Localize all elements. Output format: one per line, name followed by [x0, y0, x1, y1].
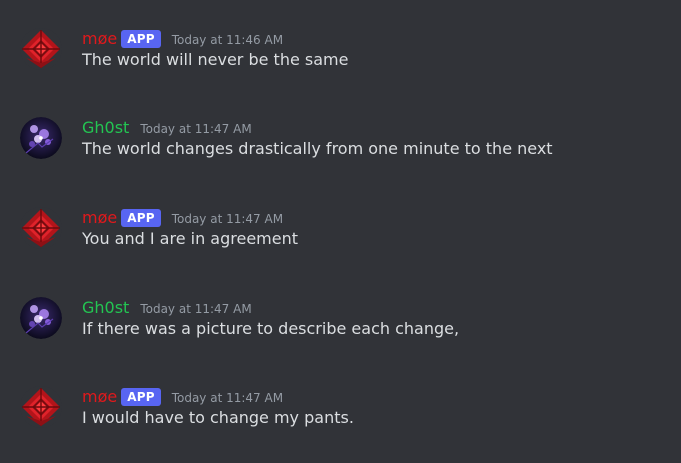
purple-flower-icon: [20, 297, 62, 339]
message-header: møe APP Today at 11:46 AM: [82, 28, 283, 50]
timestamp[interactable]: Today at 11:47 AM: [172, 387, 283, 409]
avatar[interactable]: [20, 28, 62, 70]
avatar[interactable]: [20, 207, 62, 249]
red-crest-icon: [20, 207, 62, 249]
username[interactable]: Gh0st: [82, 117, 129, 139]
chat-message-list: møe APP Today at 11:46 AM The world will…: [0, 0, 681, 463]
chat-message: møe APP Today at 11:46 AM The world will…: [0, 28, 681, 108]
avatar[interactable]: [20, 297, 62, 339]
chat-message: møe APP Today at 11:47 AM I would have t…: [0, 386, 681, 463]
timestamp[interactable]: Today at 11:47 AM: [140, 118, 251, 140]
message-header: møe APP Today at 11:47 AM: [82, 207, 283, 229]
username[interactable]: møe: [82, 207, 117, 229]
message-header: Gh0st Today at 11:47 AM: [82, 297, 252, 319]
message-content: You and I are in agreement: [82, 229, 299, 248]
message-content: If there was a picture to describe each …: [82, 319, 460, 338]
timestamp[interactable]: Today at 11:47 AM: [172, 208, 283, 230]
message-content: I would have to change my pants.: [82, 408, 354, 427]
avatar[interactable]: [20, 386, 62, 428]
message-content: The world changes drastically from one m…: [82, 139, 553, 158]
username[interactable]: Gh0st: [82, 297, 129, 319]
red-crest-icon: [20, 28, 62, 70]
chat-message: møe APP Today at 11:47 AM You and I are …: [0, 207, 681, 287]
message-header: møe APP Today at 11:47 AM: [82, 386, 283, 408]
chat-message: Gh0st Today at 11:47 AM If there was a p…: [0, 297, 681, 377]
message-header: Gh0st Today at 11:47 AM: [82, 117, 252, 139]
username[interactable]: møe: [82, 28, 117, 50]
purple-flower-icon: [20, 117, 62, 159]
app-badge: APP: [121, 209, 161, 227]
red-crest-icon: [20, 386, 62, 428]
app-badge: APP: [121, 388, 161, 406]
avatar[interactable]: [20, 117, 62, 159]
username[interactable]: møe: [82, 386, 117, 408]
message-content: The world will never be the same: [82, 50, 349, 69]
timestamp[interactable]: Today at 11:46 AM: [172, 29, 283, 51]
timestamp[interactable]: Today at 11:47 AM: [140, 298, 251, 320]
chat-message: Gh0st Today at 11:47 AM The world change…: [0, 117, 681, 197]
app-badge: APP: [121, 30, 161, 48]
